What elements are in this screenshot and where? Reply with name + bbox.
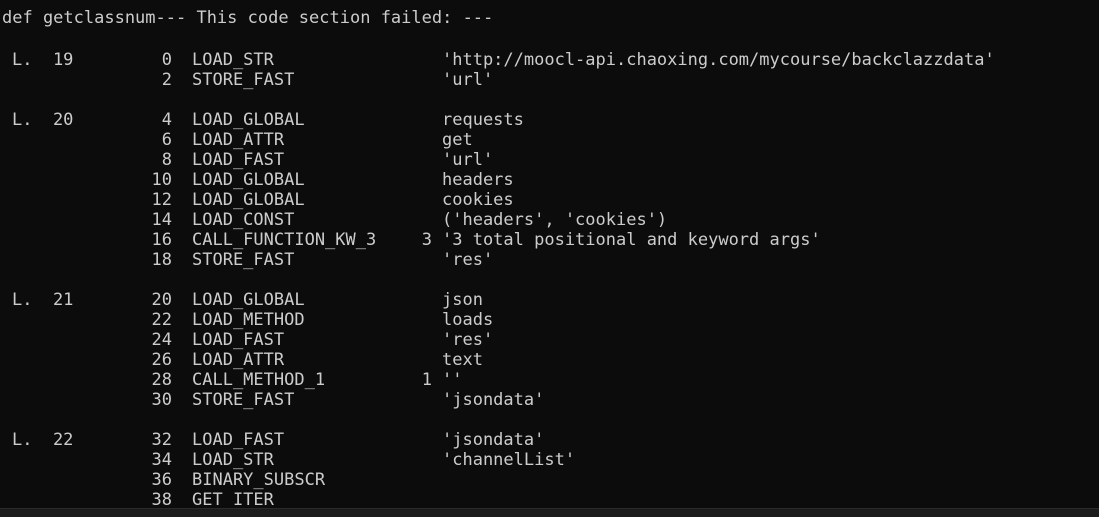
- bytecode-row: 38 GET_ITER: [0, 490, 1099, 510]
- byte-offset: 10: [151, 170, 172, 190]
- byte-offset: 18: [151, 250, 172, 270]
- bytecode-row: 28 CALL_METHOD_1 1 '': [0, 370, 1099, 390]
- argument-repr: 'jsondata': [442, 390, 545, 410]
- argument-repr: 'channelList': [442, 450, 576, 470]
- bytecode-row: 26 LOAD_ATTR text: [0, 350, 1099, 370]
- bytecode-row: L. 19 0 LOAD_STR 'http://moocl-api.chaox…: [0, 50, 1099, 70]
- argument-repr: get: [442, 130, 473, 150]
- argument-repr: 'res': [442, 250, 494, 270]
- line-number: L. 22: [12, 430, 74, 450]
- opcode-name: LOAD_METHOD: [192, 310, 305, 330]
- console-window[interactable]: def getclassnum--- This code section fai…: [0, 0, 1099, 517]
- byte-offset: 38: [151, 490, 172, 510]
- opcode-name: LOAD_FAST: [192, 330, 285, 350]
- opcode-name: STORE_FAST: [192, 390, 295, 410]
- bytecode-row: 22 LOAD_METHOD loads: [0, 310, 1099, 330]
- opcode-name: LOAD_GLOBAL: [192, 170, 305, 190]
- bytecode-row: 34 LOAD_STR 'channelList': [0, 450, 1099, 470]
- line-number: L. 21: [12, 290, 74, 310]
- bytecode-row: 12 LOAD_GLOBAL cookies: [0, 190, 1099, 210]
- argument-repr: 'url': [442, 150, 494, 170]
- byte-offset: 22: [151, 310, 172, 330]
- byte-offset: 30: [151, 390, 172, 410]
- bytecode-row: 14 LOAD_CONST ('headers', 'cookies'): [0, 210, 1099, 230]
- byte-offset: 12: [151, 190, 172, 210]
- opcode-name: BINARY_SUBSCR: [192, 470, 326, 490]
- opcode-arg: 3: [421, 230, 432, 250]
- section-failed-header: def getclassnum--- This code section fai…: [2, 8, 494, 28]
- argument-repr: 'res': [442, 330, 494, 350]
- opcode-name: CALL_METHOD_1: [192, 370, 326, 390]
- argument-repr: cookies: [442, 190, 514, 210]
- horizontal-scrollbar[interactable]: [0, 508, 1099, 517]
- bytecode-row: L. 20 4 LOAD_GLOBAL requests: [0, 110, 1099, 130]
- opcode-name: LOAD_GLOBAL: [192, 110, 305, 130]
- bytecode-row: 24 LOAD_FAST 'res': [0, 330, 1099, 350]
- byte-offset: 14: [151, 210, 172, 230]
- bytecode-row: 2 STORE_FAST 'url': [0, 70, 1099, 90]
- bytecode-row: 18 STORE_FAST 'res': [0, 250, 1099, 270]
- opcode-name: LOAD_STR: [192, 450, 274, 470]
- line-number: L. 20: [12, 110, 74, 130]
- byte-offset: 34: [151, 450, 172, 470]
- argument-repr: '3 total positional and keyword args': [442, 230, 821, 250]
- opcode-name: LOAD_STR: [192, 50, 274, 70]
- byte-offset: 36: [151, 470, 172, 490]
- byte-offset: 4: [161, 110, 172, 130]
- bytecode-row: L. 21 20 LOAD_GLOBAL json: [0, 290, 1099, 310]
- argument-repr: text: [442, 350, 483, 370]
- argument-repr: headers: [442, 170, 514, 190]
- byte-offset: 8: [161, 150, 172, 170]
- opcode-name: LOAD_CONST: [192, 210, 295, 230]
- argument-repr: 'jsondata': [442, 430, 545, 450]
- argument-repr: json: [442, 290, 483, 310]
- byte-offset: 6: [161, 130, 172, 150]
- byte-offset: 24: [151, 330, 172, 350]
- opcode-name: LOAD_FAST: [192, 430, 285, 450]
- argument-repr: '': [442, 370, 463, 390]
- bytecode-row: 16 CALL_FUNCTION_KW_3 3 '3 total positio…: [0, 230, 1099, 250]
- byte-offset: 20: [151, 290, 172, 310]
- argument-repr: ('headers', 'cookies'): [442, 210, 668, 230]
- opcode-arg: 1: [421, 370, 432, 390]
- argument-repr: loads: [442, 310, 494, 330]
- opcode-name: STORE_FAST: [192, 250, 295, 270]
- byte-offset: 0: [161, 50, 172, 70]
- opcode-name: LOAD_FAST: [192, 150, 285, 170]
- argument-repr: 'url': [442, 70, 494, 90]
- line-number: L. 19: [12, 50, 74, 70]
- byte-offset: 16: [151, 230, 172, 250]
- bytecode-row: L. 22 32 LOAD_FAST 'jsondata': [0, 430, 1099, 450]
- opcode-name: LOAD_ATTR: [192, 350, 285, 370]
- opcode-name: CALL_FUNCTION_KW_3: [192, 230, 377, 250]
- opcode-name: GET_ITER: [192, 490, 274, 510]
- byte-offset: 32: [151, 430, 172, 450]
- bytecode-row: 30 STORE_FAST 'jsondata': [0, 390, 1099, 410]
- byte-offset: 2: [161, 70, 172, 90]
- bytecode-row: 36 BINARY_SUBSCR: [0, 470, 1099, 490]
- bytecode-row: 6 LOAD_ATTR get: [0, 130, 1099, 150]
- opcode-name: LOAD_ATTR: [192, 130, 285, 150]
- byte-offset: 26: [151, 350, 172, 370]
- byte-offset: 28: [151, 370, 172, 390]
- opcode-name: LOAD_GLOBAL: [192, 290, 305, 310]
- argument-repr: requests: [442, 110, 524, 130]
- argument-repr: 'http://moocl-api.chaoxing.com/mycourse/…: [442, 50, 995, 70]
- opcode-name: STORE_FAST: [192, 70, 295, 90]
- bytecode-row: 8 LOAD_FAST 'url': [0, 150, 1099, 170]
- bytecode-row: 10 LOAD_GLOBAL headers: [0, 170, 1099, 190]
- opcode-name: LOAD_GLOBAL: [192, 190, 305, 210]
